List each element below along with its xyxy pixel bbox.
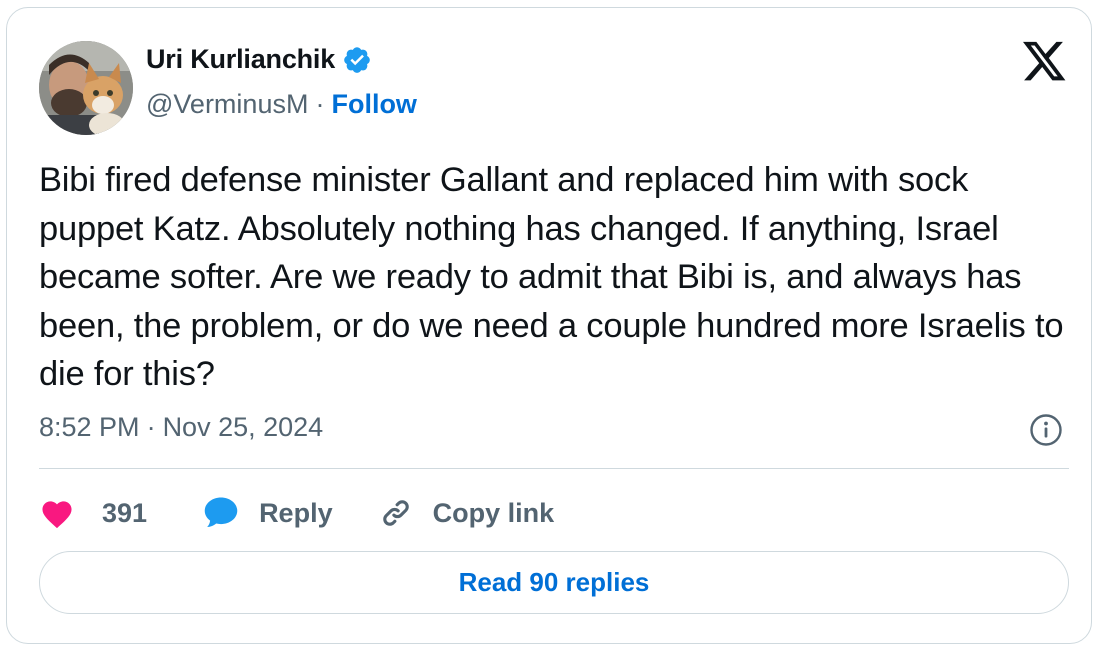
separator: ·: [315, 89, 325, 119]
tweet-embed-card: Uri Kurlianchik @VerminusM · Follow Bibi…: [6, 7, 1092, 644]
reply-bubble-icon: [203, 496, 239, 530]
tweet-timestamp[interactable]: 8:52 PM · Nov 25, 2024: [39, 412, 323, 443]
link-icon: [379, 496, 413, 530]
copy-link-label: Copy link: [432, 497, 555, 528]
like-button[interactable]: 391: [39, 497, 147, 529]
like-count: 391: [102, 497, 148, 528]
copy-link-button[interactable]: Copy link: [379, 496, 555, 530]
info-icon[interactable]: [1029, 413, 1063, 447]
reply-button[interactable]: Reply: [203, 496, 333, 530]
heart-icon: [39, 497, 75, 529]
read-replies-button[interactable]: Read 90 replies: [39, 551, 1069, 614]
tweet-text: Bibi fired defense minister Gallant and …: [39, 161, 1064, 393]
tweet-time[interactable]: 8:52 PM: [39, 412, 140, 443]
x-logo-icon[interactable]: [1023, 41, 1067, 83]
author-name[interactable]: Uri Kurlianchik: [146, 44, 335, 75]
separator: ·: [146, 412, 156, 442]
reply-label: Reply: [259, 497, 333, 528]
verified-badge-icon: [342, 45, 372, 75]
divider: [39, 468, 1069, 469]
action-bar: 391 Reply Copy link: [39, 493, 554, 533]
author-handle-row: @VerminusM · Follow: [146, 89, 417, 120]
follow-link[interactable]: Follow: [331, 89, 416, 120]
author-name-row: Uri Kurlianchik: [146, 44, 372, 75]
author-handle[interactable]: @VerminusM: [146, 89, 308, 120]
tweet-date[interactable]: Nov 25, 2024: [163, 412, 324, 443]
avatar[interactable]: [39, 41, 133, 135]
